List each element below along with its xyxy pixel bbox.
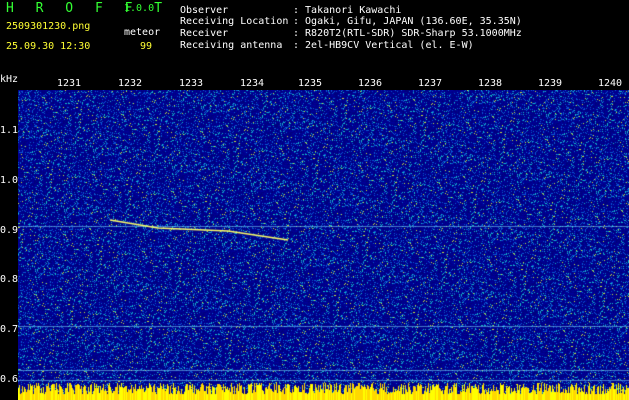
y-tick-label: 0.7 — [0, 324, 19, 335]
y-tick-label: 1.1 — [0, 125, 19, 136]
y-tick-label: 0.9 — [0, 225, 19, 236]
waterfall-spectrogram — [18, 90, 629, 400]
y-tick-label: 0.6 — [0, 374, 19, 385]
y-tick-label: 0.8 — [0, 274, 19, 285]
y-tick-label: 1.0 — [0, 175, 19, 186]
